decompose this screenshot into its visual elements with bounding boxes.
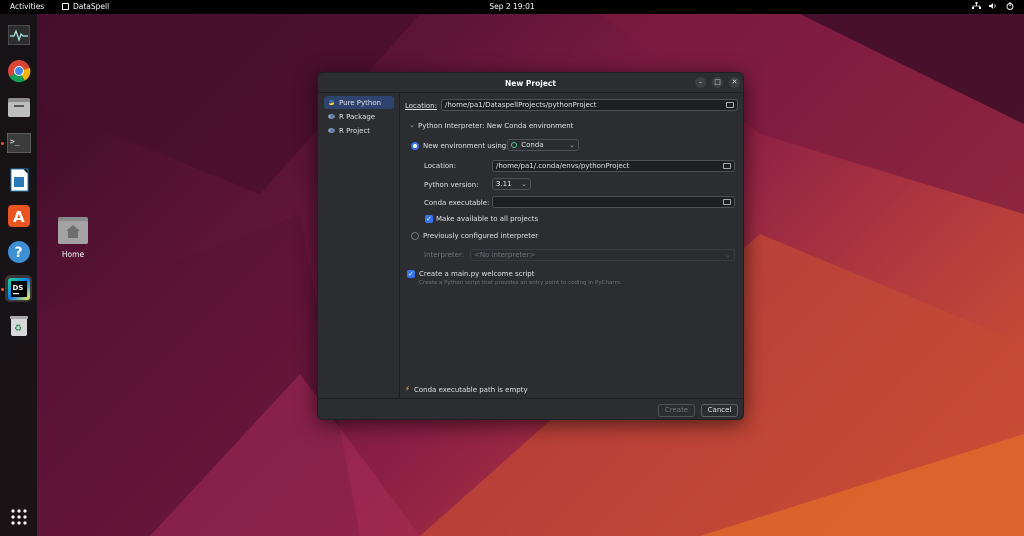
sidebar-item-r-package[interactable]: R R Package [324,110,394,123]
folder-icon[interactable] [726,102,734,108]
svg-text:A: A [13,208,25,226]
clock[interactable]: Sep 2 19:01 [489,2,534,11]
environment-tool-select[interactable]: Conda ⌄ [507,139,579,151]
cancel-button[interactable]: Cancel [701,404,738,417]
dataspell-small-icon [62,3,69,10]
chevron-down-icon: ⌄ [521,180,527,188]
maximize-icon[interactable]: □ [712,77,723,88]
home-label: Home [61,250,85,259]
sidebar-item-pure-python[interactable]: Pure Python [324,96,394,109]
app-grid-icon[interactable] [5,503,32,530]
close-icon[interactable]: ✕ [729,77,740,88]
help-icon[interactable]: ? [5,238,32,265]
app-name: DataSpell [73,2,110,11]
svg-text:R: R [330,129,334,134]
create-main-hint: Create a Python script that provides an … [419,280,622,286]
dialog-titlebar[interactable]: New Project – □ ✕ [318,73,743,93]
r-icon: R [328,128,335,134]
running-indicator [1,288,4,291]
dataspell-label: DS [12,284,23,292]
top-bar: Activities DataSpell Sep 2 19:01 [0,0,1024,14]
network-icon [972,2,981,9]
svg-text:♻: ♻ [14,324,22,334]
python-icon [328,99,335,106]
chevron-down-icon: ⌄ [569,141,575,149]
environment-tool-value: Conda [521,141,544,149]
env-location-field[interactable]: /home/pa1/.conda/envs/pythonProject [492,160,735,172]
folder-icon[interactable] [723,163,731,169]
dialog-title: New Project [505,79,556,88]
interpreter-select[interactable]: <No interpreter> ⌄ [470,249,735,261]
sidebar-item-label: R Package [339,112,376,121]
location-field[interactable]: /home/pa1/DataspellProjects/pythonProjec… [441,99,738,111]
svg-text:?: ? [14,245,22,261]
interpreter-label: Interpreter: [424,251,465,259]
files-icon[interactable] [5,93,32,120]
r-icon: R [328,114,335,120]
python-version-value: 3.11 [496,180,512,188]
dialog-footer: Create Cancel [318,398,743,419]
power-icon [1006,2,1014,10]
terminal-icon[interactable]: >_ [5,129,32,156]
system-tray[interactable] [972,2,1014,10]
svg-text:>_: >_ [10,137,20,146]
volume-icon [989,3,996,9]
trash-icon[interactable]: ♻ [5,312,32,339]
create-main-label: Create a main.py welcome script [419,270,535,278]
project-type-sidebar: Pure Python R R Package R R Project [318,93,400,398]
desktop-home-folder[interactable]: Home [56,215,90,259]
new-environment-label: New environment using [423,142,507,150]
conda-executable-field[interactable] [492,196,735,208]
software-center-icon[interactable]: A [5,202,32,229]
warning-message: Conda executable path is empty [414,386,528,394]
app-menu[interactable]: DataSpell [62,2,109,11]
sidebar-item-r-project[interactable]: R R Project [324,124,394,137]
python-version-select[interactable]: 3.11 ⌄ [492,178,531,190]
location-label: Location: [405,102,437,110]
make-available-checkbox[interactable]: ✓ [425,215,433,223]
interpreter-value: <No interpreter> [474,251,536,259]
make-available-label: Make available to all projects [436,215,539,223]
chevron-down-icon: ⌄ [725,251,731,259]
svg-text:R: R [330,115,334,120]
new-environment-radio[interactable] [411,142,419,150]
activities-button[interactable]: Activities [10,2,44,11]
location-value: /home/pa1/DataspellProjects/pythonProjec… [445,101,597,109]
chevron-down-icon[interactable]: ⌄ [409,121,415,129]
home-folder-icon [58,217,88,244]
system-monitor-icon[interactable] [5,21,32,48]
create-main-checkbox[interactable]: ✓ [407,270,415,278]
dock: >_ A ? DS ♻ [0,14,37,536]
env-location-value: /home/pa1/.conda/envs/pythonProject [496,162,630,170]
project-settings-panel: Location: /home/pa1/DataspellProjects/py… [400,93,743,398]
running-indicator [1,142,4,145]
previously-configured-label: Previously configured interpreter [423,232,539,240]
conda-spinner-icon [511,142,517,148]
create-button[interactable]: Create [658,404,695,417]
new-project-dialog: New Project – □ ✕ Pure Python R R Packag… [317,72,744,420]
warning-icon: ⚡ [405,385,410,393]
dataspell-icon[interactable]: DS [5,275,32,302]
env-location-label: Location: [424,162,456,170]
interpreter-section-header[interactable]: Python Interpreter: New Conda environmen… [418,122,573,130]
sidebar-item-label: R Project [339,126,371,135]
chrome-icon[interactable] [5,57,32,84]
conda-executable-label: Conda executable: [424,199,490,207]
sidebar-item-label: Pure Python [339,98,382,107]
libreoffice-writer-icon[interactable] [5,166,32,193]
previously-configured-radio[interactable] [411,232,419,240]
python-version-label: Python version: [424,181,479,189]
folder-icon[interactable] [723,199,731,205]
minimize-icon[interactable]: – [695,77,706,88]
